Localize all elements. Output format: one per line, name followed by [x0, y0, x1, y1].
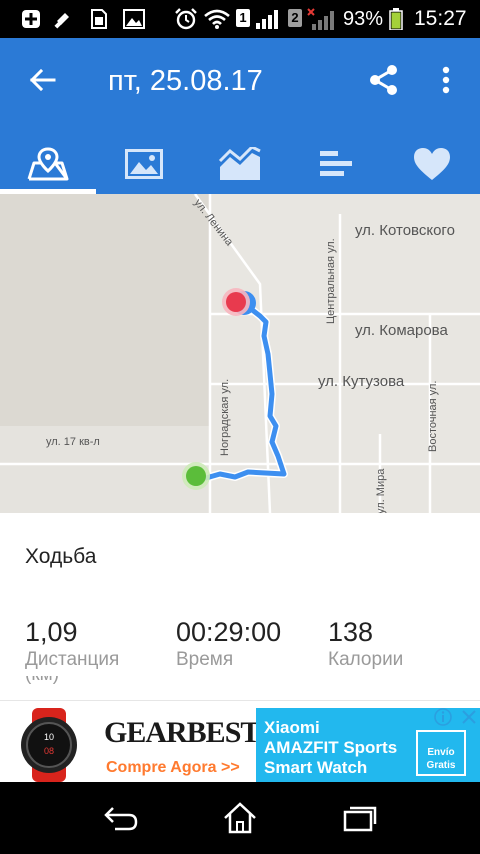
ad-product-text: Xiaomi AMAZFIT Sports Smart Watch: [264, 718, 398, 777]
ad-close-icon[interactable]: [460, 708, 478, 726]
share-button[interactable]: [364, 60, 404, 100]
distance-value: 1,09: [25, 617, 78, 647]
time-label: Время: [176, 649, 234, 670]
street-label-tsentralnaya: Центральная ул.: [325, 238, 337, 324]
photo-icon: [125, 149, 163, 179]
street-label-vostochnaya: Восточная ул.: [427, 380, 439, 452]
ad-info-icon[interactable]: [434, 708, 452, 726]
alarm-icon: [174, 8, 198, 30]
route-map[interactable]: ул. Ленина ул. Котовского Центральная ул…: [0, 194, 480, 513]
nav-recents-button[interactable]: [334, 798, 384, 838]
more-vertical-icon: [442, 66, 450, 94]
end-marker[interactable]: [226, 292, 246, 312]
tab-bar: [0, 134, 480, 194]
ad-free-shipping-badge: Envío Gratis: [416, 730, 466, 776]
ad-cta[interactable]: Compre Agora >>: [106, 759, 240, 777]
calories-value: 138: [328, 617, 374, 647]
home-nav-icon: [224, 802, 256, 834]
ad-brand: GEARBEST: [104, 716, 260, 749]
stat-calories: 138 Калории: [328, 617, 403, 673]
chart-icon: [218, 147, 261, 180]
street-label-kotovskogo: ул. Котовского: [355, 222, 455, 239]
flashlight-icon: [52, 8, 74, 30]
recents-nav-icon: [343, 806, 377, 832]
heart-icon: [414, 148, 450, 180]
watch-image: 10 08: [21, 708, 77, 782]
more-options-button[interactable]: [428, 60, 464, 100]
share-icon: [370, 65, 397, 95]
tab-photos[interactable]: [96, 134, 192, 194]
plus-box-icon: [20, 8, 42, 30]
svg-text:08: 08: [44, 746, 54, 756]
signal-no-service-icon: [306, 8, 336, 30]
sim2-badge: 2: [288, 9, 302, 27]
stat-time: 00:29:00 Время: [176, 617, 281, 673]
sim1-badge: 1: [236, 9, 250, 27]
back-nav-icon: [104, 807, 138, 831]
tab-map[interactable]: [0, 134, 96, 194]
svg-text:10: 10: [44, 732, 54, 742]
activity-type: Ходьба: [25, 545, 97, 568]
app-bar: пт, 25.08.17: [0, 38, 480, 194]
battery-percent: 93%: [343, 8, 384, 30]
nav-back-button[interactable]: [96, 798, 146, 838]
bars-icon: [320, 151, 352, 176]
wifi-icon: [204, 8, 230, 30]
battery-icon: [388, 8, 404, 30]
tab-chart[interactable]: [192, 134, 288, 194]
status-bar: 1 2 93% 15:27: [0, 0, 480, 38]
system-nav-bar: [0, 782, 480, 854]
nav-home-button[interactable]: [215, 798, 265, 838]
street-label-mira: ул. Мира: [375, 468, 387, 513]
distance-unit-partial: (км): [25, 676, 59, 684]
clock: 15:27: [414, 7, 467, 30]
activity-summary: Ходьба 1,09 Дистанция 00:29:00 Время 138…: [0, 513, 480, 701]
street-label-kutuzova: ул. Кутузова: [318, 373, 405, 390]
map-icon: [27, 147, 69, 181]
street-label-nogradskaya: Ноградская ул.: [219, 378, 231, 456]
street-label-17-kv: ул. 17 кв-л: [46, 436, 100, 448]
ad-banner[interactable]: 10 08 GEARBEST Compre Agora >> Xiaomi AM…: [0, 706, 480, 782]
time-value: 00:29:00: [176, 617, 282, 647]
distance-label: Дистанция: [25, 649, 120, 670]
stat-distance: 1,09 Дистанция: [25, 617, 119, 673]
page-title: пт, 25.08.17: [108, 65, 263, 97]
gallery-icon: [122, 8, 146, 30]
signal-icon: [254, 8, 280, 30]
sim-card-icon: [88, 8, 110, 30]
tab-health[interactable]: [384, 134, 480, 194]
calories-label: Калории: [328, 649, 404, 670]
arrow-left-icon: [29, 68, 56, 92]
map-canvas: [0, 194, 480, 513]
back-button[interactable]: [22, 60, 62, 100]
street-label-komarova: ул. Комарова: [355, 322, 448, 339]
start-marker[interactable]: [186, 466, 206, 486]
divider: [0, 700, 480, 701]
tab-splits[interactable]: [288, 134, 384, 194]
